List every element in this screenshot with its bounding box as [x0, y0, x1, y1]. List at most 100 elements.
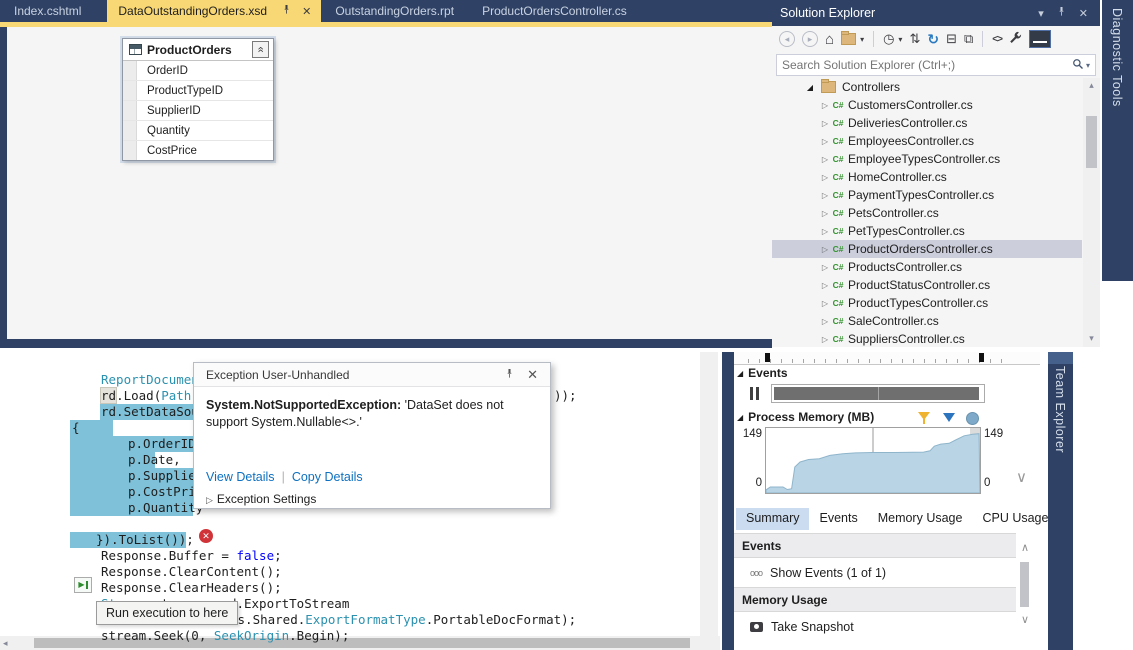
code-token: false	[236, 548, 275, 563]
diagnostics-timeline-ruler[interactable]	[734, 352, 1040, 365]
sync-dropdown-chevron-icon[interactable]: ▾	[860, 35, 864, 44]
view-code-icon[interactable]: <>	[992, 34, 1003, 45]
csharp-file-icon: C#	[832, 280, 844, 290]
search-options-chevron-icon[interactable]: ▾	[1086, 61, 1090, 70]
tree-item-productstatuscontroller-cs[interactable]: ▷ C# ProductStatusController.cs	[772, 276, 1082, 294]
back-icon[interactable]: ◂	[779, 31, 795, 47]
tree-item-petscontroller-cs[interactable]: ▷ C# PetsController.cs	[772, 204, 1082, 222]
solution-explorer-scrollbar[interactable]: ▴ ▾	[1083, 78, 1100, 347]
tab-team-explorer[interactable]: Team Explorer	[1048, 352, 1073, 650]
summary-action-take-snapshot[interactable]: Take Snapshot	[734, 612, 1016, 641]
exception-settings-toggle[interactable]: ▷ Exception Settings	[206, 492, 316, 506]
window-position-chevron-icon[interactable]: ▾	[1038, 7, 1044, 20]
document-tab-dataoutstandingorders-xsd[interactable]: DataOutstandingOrders.xsd ✕	[107, 0, 322, 22]
tree-folder-controllers[interactable]: ◢ Controllers	[772, 78, 1082, 96]
tree-item-producttypescontroller-cs[interactable]: ▷ C# ProductTypesController.cs	[772, 294, 1082, 312]
file-label: ProductTypesController.cs	[848, 296, 989, 310]
wrench-icon[interactable]	[1009, 31, 1022, 47]
filter-icon-stem	[923, 419, 925, 424]
pause-icon[interactable]	[750, 387, 762, 400]
panel-scroll-chevron-icon[interactable]: ∨	[1016, 468, 1027, 486]
search-input[interactable]	[777, 57, 1072, 73]
field-label: SupplierID	[147, 104, 201, 117]
dataset-table-productorders[interactable]: ProductOrders « OrderID ProductTypeID Supp…	[122, 38, 274, 161]
run-to-here-icon[interactable]: ▶	[74, 577, 92, 593]
pin-icon[interactable]	[504, 368, 515, 382]
ruler-tick	[935, 359, 936, 363]
process-memory-chart[interactable]	[765, 427, 981, 494]
file-label: ProductStatusController.cs	[848, 278, 991, 292]
sync-with-active-document-icon[interactable]	[841, 31, 857, 45]
tree-item-employeetypescontroller-cs[interactable]: ▷ C# EmployeeTypesController.cs	[772, 150, 1082, 168]
document-tab-index-cshtml[interactable]: Index.cshtml	[0, 0, 95, 22]
filter-dropdown-chevron-icon[interactable]: ▾	[898, 35, 902, 44]
dataset-table-header[interactable]: ProductOrders «	[123, 39, 273, 61]
diag-tab-events[interactable]: Events	[809, 508, 867, 530]
tab-diagnostic-tools[interactable]: Diagnostic Tools	[1102, 0, 1133, 281]
view-details-link[interactable]: View Details	[206, 470, 275, 484]
scroll-down-icon[interactable]: ▾	[1083, 333, 1100, 344]
tree-item-supplierscontroller-cs[interactable]: ▷ C# SuppliersController.cs	[772, 330, 1082, 347]
pending-changes-filter-icon[interactable]: ◷	[883, 31, 894, 47]
forward-icon[interactable]: ▸	[802, 31, 818, 47]
scroll-left-icon[interactable]: ◂	[3, 638, 8, 649]
events-section-header[interactable]: ◢ Events	[737, 366, 788, 380]
summary-scrollbar[interactable]: ∧ ∨	[1016, 533, 1034, 650]
scroll-down-icon[interactable]: ∨	[1016, 613, 1034, 626]
tree-item-salecontroller-cs[interactable]: ▷ C# SaleController.cs	[772, 312, 1082, 330]
snapshot-marker-icon[interactable]	[966, 412, 979, 425]
document-tab-outstandingorders-rpt[interactable]: OutstandingOrders.rpt	[321, 0, 468, 22]
close-icon[interactable]: ✕	[527, 367, 538, 383]
document-tab-productorderscontroller-cs[interactable]: ProductOrdersController.cs	[468, 0, 641, 22]
table-icon	[129, 44, 142, 55]
tree-item-deliveriescontroller-cs[interactable]: ▷ C# DeliveriesController.cs	[772, 114, 1082, 132]
dataset-field-supplierid[interactable]: SupplierID	[123, 100, 273, 120]
home-icon[interactable]: ⌂	[825, 31, 834, 48]
tree-item-productscontroller-cs[interactable]: ▷ C# ProductsController.cs	[772, 258, 1082, 276]
collapse-table-button[interactable]: «	[252, 41, 269, 58]
scrollbar-thumb[interactable]	[1020, 562, 1029, 607]
scrollbar-thumb[interactable]	[1086, 116, 1097, 168]
tree-item-employeescontroller-cs[interactable]: ▷ C# EmployeesController.cs	[772, 132, 1082, 150]
collapsed-arrow-icon: ▷	[821, 226, 829, 236]
diag-tab-memory-usage[interactable]: Memory Usage	[868, 508, 973, 530]
code-line: ns.Shared.ExportFormatType.PortableDocFo…	[230, 612, 576, 628]
tree-item-customerscontroller-cs[interactable]: ▷ C# CustomersController.cs	[772, 96, 1082, 114]
pin-icon[interactable]	[281, 4, 292, 18]
dataset-field-orderid[interactable]: OrderID	[123, 61, 273, 80]
refresh-icon[interactable]: ↻	[927, 31, 939, 48]
csharp-file-icon: C#	[832, 136, 844, 146]
close-icon[interactable]: ✕	[1079, 7, 1088, 20]
gc-marker-icon[interactable]	[943, 413, 955, 422]
exception-type: System.NotSupportedException:	[206, 398, 402, 412]
summary-section-header-events: Events	[734, 533, 1016, 558]
tree-item-productorderscontroller-cs[interactable]: ▷ C# ProductOrdersController.cs	[772, 240, 1082, 258]
scroll-up-icon[interactable]: ▴	[1083, 80, 1100, 91]
timeline-marker[interactable]	[765, 353, 770, 362]
error-badge-icon[interactable]: ✕	[199, 529, 213, 543]
search-icon[interactable]	[1072, 58, 1084, 73]
switch-views-icon[interactable]: ⇅	[909, 31, 920, 47]
dataset-field-producttypeid[interactable]: ProductTypeID	[123, 80, 273, 100]
tree-item-homecontroller-cs[interactable]: ▷ C# HomeController.cs	[772, 168, 1082, 186]
copy-details-link[interactable]: Copy Details	[292, 470, 363, 484]
timeline-marker[interactable]	[979, 353, 984, 362]
pin-icon[interactable]	[1056, 6, 1067, 20]
diag-tab-summary[interactable]: Summary	[736, 508, 810, 530]
properties-pages-icon[interactable]: ⧉	[964, 31, 973, 47]
editor-vertical-scrollbar[interactable]: ▾	[700, 352, 718, 650]
dataset-field-costprice[interactable]: CostPrice	[123, 140, 273, 160]
expanded-arrow-icon: ◢	[806, 82, 814, 92]
tree-item-paymenttypescontroller-cs[interactable]: ▷ C# PaymentTypesController.cs	[772, 186, 1082, 204]
tree-item-pettypescontroller-cs[interactable]: ▷ C# PetTypesController.cs	[772, 222, 1082, 240]
close-icon[interactable]: ✕	[302, 5, 311, 18]
dataset-field-quantity[interactable]: Quantity	[123, 120, 273, 140]
events-track[interactable]	[771, 384, 985, 403]
process-memory-section-header[interactable]: ◢ Process Memory (MB)	[737, 410, 874, 424]
scroll-up-icon[interactable]: ∧	[1016, 541, 1034, 554]
diag-tab-cpu-usage[interactable]: CPU Usage	[972, 508, 1058, 530]
collapse-all-icon[interactable]: ⊟	[946, 31, 957, 47]
preview-selected-items-toggle[interactable]	[1028, 30, 1051, 48]
document-tab-bar: Index.cshtml DataOutstandingOrders.xsd ✕ Ou…	[0, 0, 772, 22]
summary-action-show-events-1-of-1-[interactable]: ooo Show Events (1 of 1)	[734, 558, 1016, 587]
